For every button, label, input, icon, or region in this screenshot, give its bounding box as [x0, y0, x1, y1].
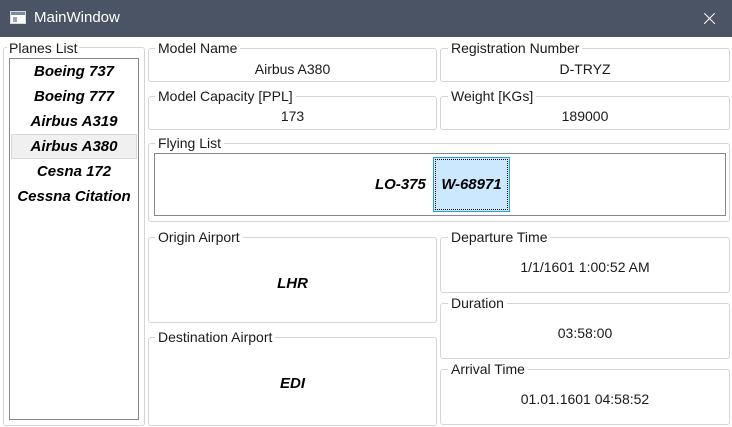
duration-label: Duration	[448, 295, 507, 311]
arrival-group: 01.01.1601 04:58:52	[440, 369, 730, 425]
registration-value: D-TRYZ	[559, 61, 611, 77]
flying-list-item-selected[interactable]: W-68971	[433, 157, 510, 212]
list-item[interactable]: Cessna Citation	[11, 184, 137, 209]
duration-value: 03:58:00	[557, 325, 613, 341]
capacity-label: Model Capacity [PPL]	[155, 88, 296, 104]
list-item[interactable]: Boeing 777	[11, 84, 137, 109]
duration-group: 03:58:00	[440, 303, 730, 359]
window-icon	[10, 11, 26, 24]
origin-label: Origin Airport	[155, 229, 243, 245]
title-bar: MainWindow	[0, 0, 732, 37]
list-item-selected[interactable]: Airbus A380	[11, 134, 137, 159]
registration-label: Registration Number	[448, 40, 583, 56]
planes-list-label: Planes List	[7, 40, 80, 56]
model-name-value: Airbus A380	[254, 61, 331, 77]
flying-listbox[interactable]: LO-375 W-68971	[154, 153, 726, 216]
flying-list-label: Flying List	[155, 135, 225, 151]
arrival-label: Arrival Time	[448, 361, 528, 377]
capacity-value: 173	[280, 108, 305, 124]
destination-label: Destination Airport	[155, 329, 276, 345]
origin-value: LHR	[277, 275, 308, 292]
model-name-label: Model Name	[155, 40, 241, 56]
arrival-value: 01.01.1601 04:58:52	[520, 391, 650, 407]
flying-list-item[interactable]: LO-375	[371, 157, 430, 212]
departure-value: 1/1/1601 1:00:52 AM	[520, 259, 650, 275]
weight-value: 189000	[561, 108, 609, 124]
window-title: MainWindow	[34, 9, 120, 26]
close-button[interactable]	[686, 0, 732, 37]
weight-label: Weight [KGs]	[448, 88, 537, 104]
planes-listbox[interactable]: Boeing 737 Boeing 777 Airbus A319 Airbus…	[9, 58, 139, 420]
departure-label: Departure Time	[448, 229, 551, 245]
origin-group: LHR	[148, 237, 437, 323]
destination-value: EDI	[279, 375, 305, 392]
list-item[interactable]: Boeing 737	[11, 59, 137, 84]
departure-group: 1/1/1601 1:00:52 AM	[440, 237, 730, 293]
list-item[interactable]: Airbus A319	[11, 109, 137, 134]
destination-group: EDI	[148, 337, 437, 426]
list-item[interactable]: Cesna 172	[11, 159, 137, 184]
